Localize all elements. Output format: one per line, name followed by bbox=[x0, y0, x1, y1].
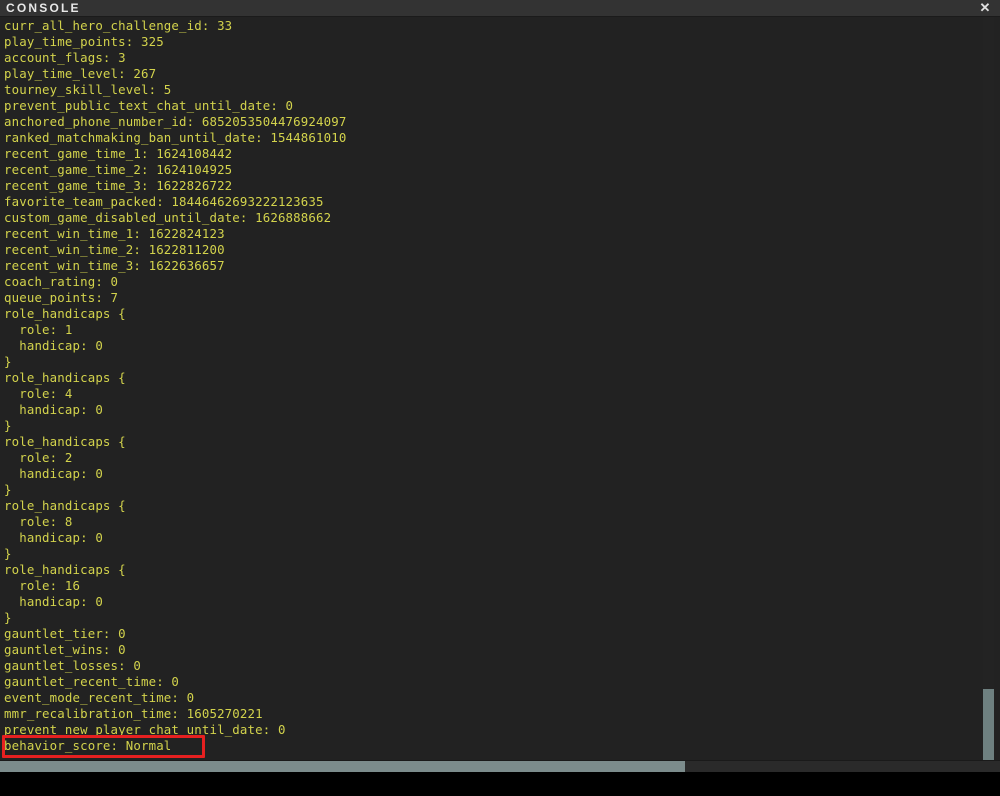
console-log-line: custom_game_disabled_until_date: 1626888… bbox=[4, 210, 332, 225]
console-log-viewport[interactable]: curr_all_hero_challenge_id: 33 play_time_… bbox=[0, 17, 1000, 760]
console-log-line: play_time_level: 267 bbox=[4, 66, 157, 81]
console-log-line: recent_game_time_3: 1622826722 bbox=[4, 178, 233, 193]
console-log-line: handicap: 0 bbox=[4, 466, 103, 481]
console-log-line: favorite_team_packed: 184464626932221236… bbox=[4, 194, 324, 209]
console-log-line: coach_rating: 0 bbox=[4, 274, 119, 289]
console-log-line: gauntlet_tier: 0 bbox=[4, 626, 126, 641]
console-log-line: recent_win_time_3: 1622636657 bbox=[4, 258, 225, 273]
console-log-line: handicap: 0 bbox=[4, 338, 103, 353]
console-log-line: handicap: 0 bbox=[4, 402, 103, 417]
console-log-line: handicap: 0 bbox=[4, 530, 103, 545]
console-log-line: role_handicaps { bbox=[4, 306, 126, 321]
console-log-line: } bbox=[4, 418, 12, 433]
console-log-line: } bbox=[4, 610, 12, 625]
console-log-line: role: 4 bbox=[4, 386, 73, 401]
console-log-line: queue_points: 7 bbox=[4, 290, 119, 305]
vertical-scrollbar-thumb[interactable] bbox=[983, 689, 994, 760]
console-log-line: anchored_phone_number_id: 68520535044769… bbox=[4, 114, 347, 129]
console-log-line: ranked_matchmaking_ban_until_date: 15448… bbox=[4, 130, 347, 145]
console-log-line: recent_game_time_2: 1624104925 bbox=[4, 162, 233, 177]
console-log-line: role: 16 bbox=[4, 578, 81, 593]
console-log-line: role_handicaps { bbox=[4, 434, 126, 449]
console-log-line: handicap: 0 bbox=[4, 594, 103, 609]
console-log-line: role_handicaps { bbox=[4, 370, 126, 385]
console-log-line: recent_win_time_2: 1622811200 bbox=[4, 242, 225, 257]
console-log-line: mmr_recalibration_time: 1605270221 bbox=[4, 706, 263, 721]
console-log-line: recent_game_time_1: 1624108442 bbox=[4, 146, 233, 161]
console-log-line: gauntlet_wins: 0 bbox=[4, 642, 126, 657]
console-log-line: role: 2 bbox=[4, 450, 73, 465]
window-title-bar: CONSOLE ✕ bbox=[0, 0, 1000, 17]
console-log-line: behavior_score: Normal bbox=[4, 738, 172, 753]
window-title: CONSOLE bbox=[6, 1, 81, 15]
console-log-line: } bbox=[4, 354, 12, 369]
console-log-line: account_flags: 3 bbox=[4, 50, 126, 65]
console-log-line: role_handicaps { bbox=[4, 562, 126, 577]
console-window: CONSOLE ✕ curr_all_hero_challenge_id: 33… bbox=[0, 0, 1000, 772]
horizontal-scrollbar-track[interactable] bbox=[0, 760, 1000, 772]
console-log-lines: curr_all_hero_challenge_id: 33 play_time_… bbox=[4, 18, 346, 754]
console-log-line: prevent_public_text_chat_until_date: 0 bbox=[4, 98, 294, 113]
console-log-line: play_time_points: 325 bbox=[4, 34, 164, 49]
horizontal-scrollbar-thumb[interactable] bbox=[0, 761, 685, 772]
console-log-line: gauntlet_recent_time: 0 bbox=[4, 674, 180, 689]
close-icon[interactable]: ✕ bbox=[977, 0, 993, 16]
console-log-line: } bbox=[4, 482, 12, 497]
console-log-line: } bbox=[4, 546, 12, 561]
console-log-line: gauntlet_losses: 0 bbox=[4, 658, 141, 673]
console-log-line: role_handicaps { bbox=[4, 498, 126, 513]
console-log-line: role: 8 bbox=[4, 514, 73, 529]
vertical-scrollbar-track[interactable] bbox=[983, 17, 994, 760]
console-log-line: tourney_skill_level: 5 bbox=[4, 82, 172, 97]
console-log-line: prevent_new_player_chat_until_date: 0 bbox=[4, 722, 286, 737]
console-log-line: recent_win_time_1: 1622824123 bbox=[4, 226, 225, 241]
bottom-strip bbox=[0, 772, 1000, 796]
console-log-line: curr_all_hero_challenge_id: 33 bbox=[4, 18, 233, 33]
console-log-line: role: 1 bbox=[4, 322, 73, 337]
console-log-line: event_mode_recent_time: 0 bbox=[4, 690, 195, 705]
